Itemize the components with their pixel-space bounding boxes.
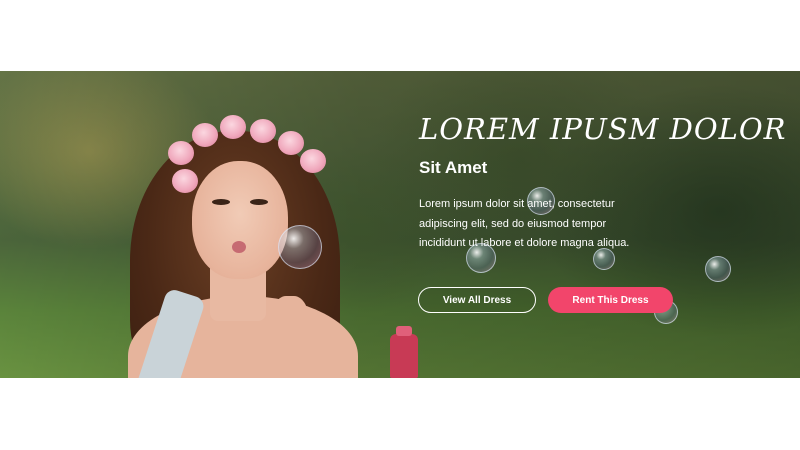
view-all-dress-label: View All Dress bbox=[442, 294, 512, 306]
bubble-bottle bbox=[390, 326, 418, 378]
view-all-dress-button[interactable]: View All Dress bbox=[418, 287, 536, 313]
hero-title: LOREM IPUSM DOLOR bbox=[419, 112, 787, 146]
model-eye-right bbox=[250, 199, 268, 205]
bottom-whitespace bbox=[0, 378, 800, 450]
flower-crown-flower bbox=[192, 123, 218, 147]
hero-model-image bbox=[110, 91, 370, 378]
flower-crown-flower bbox=[300, 149, 326, 173]
bubble-decoration bbox=[705, 256, 731, 282]
flower-crown-flower bbox=[220, 115, 246, 139]
flower-crown-flower bbox=[278, 131, 304, 155]
model-hand bbox=[270, 296, 310, 366]
flower-crown-flower bbox=[172, 169, 198, 193]
flower-crown-flower bbox=[250, 119, 276, 143]
top-whitespace bbox=[0, 0, 800, 71]
model-eye-left bbox=[212, 199, 230, 205]
hero-subtitle: Sit Amet bbox=[419, 158, 488, 177]
rent-this-dress-button[interactable]: Rent This Dress bbox=[548, 287, 673, 313]
hero-description: Lorem ipsum dolor sit amet, consectetur … bbox=[419, 198, 630, 249]
rent-this-dress-label: Rent This Dress bbox=[572, 294, 649, 306]
model-face bbox=[192, 161, 288, 279]
model-lips bbox=[232, 241, 246, 253]
flower-crown-flower bbox=[168, 141, 194, 165]
bubble-decoration bbox=[278, 225, 322, 269]
